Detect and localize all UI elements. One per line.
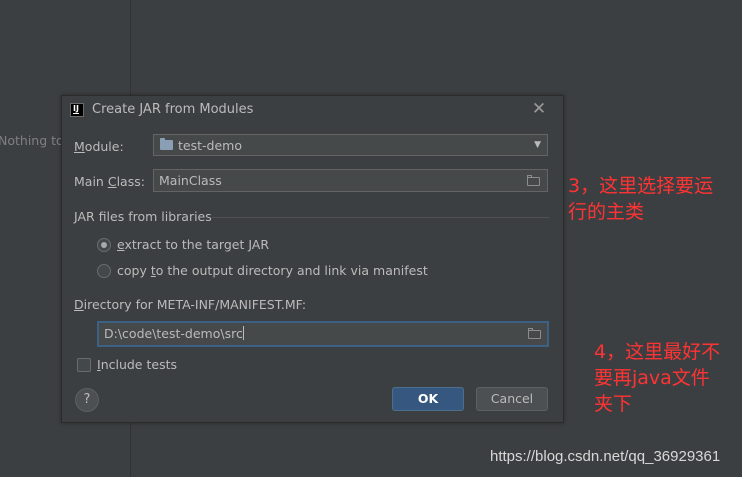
- browse-folder-icon[interactable]: [527, 174, 541, 187]
- create-jar-dialog: IJ Create JAR from Modules ✕ Module: tes…: [61, 95, 564, 423]
- include-tests-label[interactable]: Include tests: [97, 357, 177, 372]
- module-combobox[interactable]: test-demo ▼: [153, 134, 548, 156]
- module-value: test-demo: [178, 138, 242, 153]
- main-class-value: MainClass: [159, 173, 222, 188]
- include-tests-checkbox[interactable]: [77, 358, 91, 372]
- dialog-title: Create JAR from Modules: [92, 102, 254, 117]
- section-divider: [212, 217, 549, 218]
- main-class-field[interactable]: MainClass: [153, 169, 548, 192]
- intellij-icon: IJ: [70, 103, 84, 117]
- chevron-down-icon[interactable]: ▼: [534, 140, 541, 150]
- manifest-dir-label: Directory for META-INF/MANIFEST.MF:: [74, 297, 307, 312]
- copy-radio[interactable]: [97, 264, 111, 278]
- manifest-dir-field[interactable]: D:\code\test-demo\src: [97, 321, 549, 347]
- manifest-dir-value: D:\code\test-demo\src: [104, 326, 244, 341]
- text-caret: [242, 326, 244, 340]
- annotation-step-3: 3，这里选择要运 行的主类: [568, 175, 714, 223]
- module-folder-icon: [160, 138, 173, 150]
- copy-radio-label[interactable]: copy to the output directory and link vi…: [117, 263, 428, 278]
- cancel-button[interactable]: Cancel: [476, 387, 548, 411]
- dialog-titlebar: IJ Create JAR from Modules ✕: [62, 96, 563, 126]
- extract-radio-label[interactable]: extract to the target JAR: [117, 237, 269, 252]
- ok-button[interactable]: OK: [392, 387, 464, 411]
- jar-files-section-title: JAR files from libraries: [74, 209, 212, 224]
- watermark-url: https://blog.csdn.net/qq_36929361: [490, 448, 721, 465]
- annotation-step-4: 4，这里最好不 要再java文件 夹下: [594, 341, 721, 415]
- module-label: Module:: [74, 139, 124, 154]
- close-icon[interactable]: ✕: [530, 100, 548, 118]
- help-button[interactable]: ?: [75, 388, 99, 412]
- main-class-label: Main Class:: [74, 174, 145, 189]
- extract-radio[interactable]: [97, 238, 111, 252]
- empty-state-text: Nothing to: [0, 133, 64, 148]
- browse-folder-icon[interactable]: [528, 327, 542, 340]
